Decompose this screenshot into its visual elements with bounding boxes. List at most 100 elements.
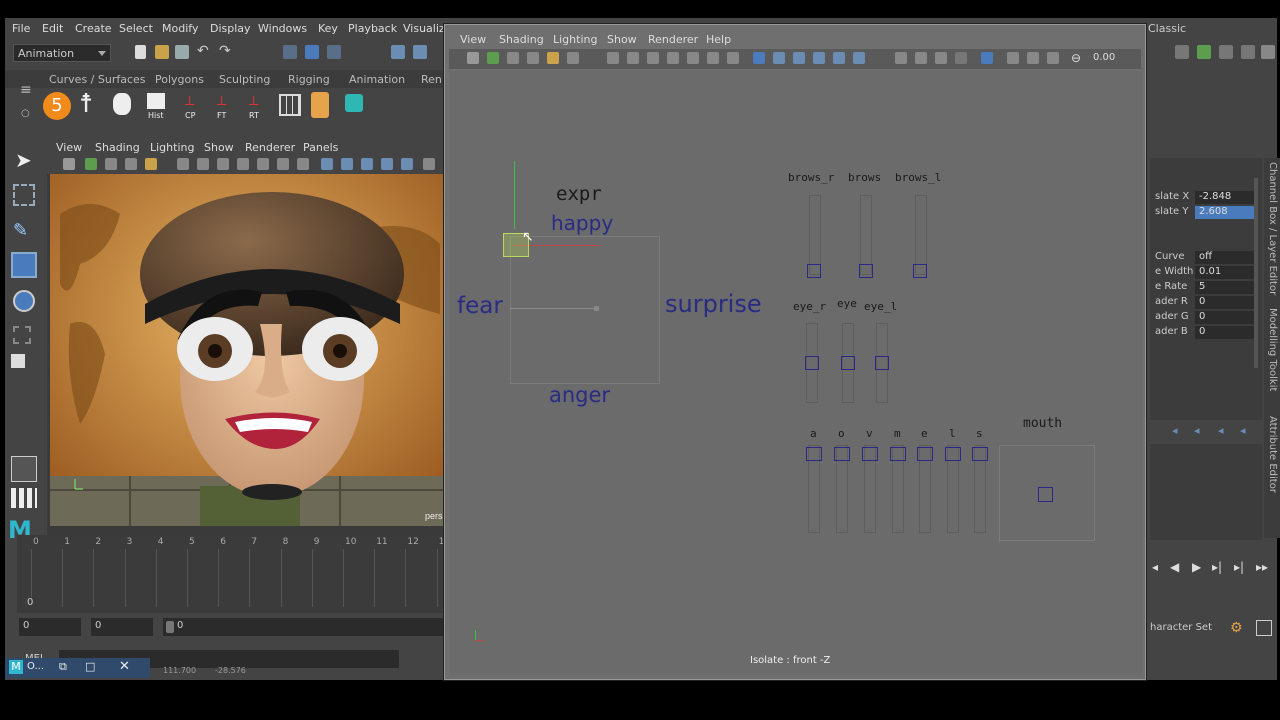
win-xray-components-icon[interactable]	[1047, 52, 1059, 64]
shaded-wire-icon[interactable]	[361, 158, 373, 170]
viewport-menu-view[interactable]: View	[56, 141, 82, 154]
channel-name[interactable]: e Width	[1155, 266, 1193, 277]
layout-buttons-icon[interactable]	[11, 488, 37, 508]
menu-edit[interactable]: Edit	[42, 22, 63, 35]
shelf-tab-polygons[interactable]: Polygons	[155, 73, 204, 86]
layout-icon[interactable]	[1261, 45, 1275, 59]
character-icon[interactable]	[311, 92, 329, 118]
win-camera-icon[interactable]	[467, 52, 479, 64]
win-ao-icon[interactable]	[895, 52, 907, 64]
window-menu-view[interactable]: View	[460, 33, 486, 46]
win-xray-joints-icon[interactable]	[1027, 52, 1039, 64]
channel-name[interactable]: slate Y	[1155, 206, 1188, 217]
rt-button[interactable]: ⟂ RT	[243, 91, 267, 121]
mode-dropdown[interactable]: Animation	[13, 44, 111, 62]
mouth-knob[interactable]	[1038, 487, 1053, 502]
grease-pencil-icon[interactable]	[145, 158, 157, 170]
menu-select[interactable]: Select	[119, 22, 153, 35]
field-chart-icon[interactable]	[257, 158, 269, 170]
viewport-menu-shading[interactable]: Shading	[95, 141, 140, 154]
range-handle[interactable]	[166, 621, 174, 633]
last-tool-icon[interactable]	[11, 354, 25, 368]
viewport-canvas[interactable]: pers	[50, 174, 443, 526]
channel-value[interactable]: 0	[1195, 296, 1255, 309]
win-isolate-icon[interactable]	[981, 52, 993, 64]
win-smooth-shade-icon[interactable]	[773, 52, 785, 64]
grid-toggle-icon[interactable]	[177, 158, 189, 170]
smooth-shade-icon[interactable]	[341, 158, 353, 170]
win-lights-icon[interactable]	[833, 52, 845, 64]
modeling-toolkit-icon[interactable]	[1197, 45, 1211, 59]
shelf-menu-icon[interactable]: ≡	[20, 82, 32, 98]
go-to-end-icon[interactable]: ▸▸	[1256, 560, 1268, 574]
layer-new-icon[interactable]: ◂	[1240, 424, 1246, 437]
resolution-gate-icon[interactable]	[217, 158, 229, 170]
viewport-menu-lighting[interactable]: Lighting	[150, 141, 194, 154]
window-menu-show[interactable]: Show	[607, 33, 637, 46]
eye-l-knob[interactable]	[875, 356, 889, 370]
channel-value[interactable]: -2.848	[1195, 191, 1255, 204]
brows-knob[interactable]	[859, 264, 873, 278]
snap-grid-icon[interactable]	[391, 45, 405, 59]
restore-icon[interactable]: ⧉	[59, 660, 67, 674]
skeleton-icon[interactable]: ☨	[79, 89, 93, 119]
win-gate-mask-icon[interactable]	[667, 52, 679, 64]
shelf-tab-rigging[interactable]: Rigging	[288, 73, 330, 86]
select-hierarchy-icon[interactable]	[283, 45, 297, 59]
shelf-settings-icon[interactable]: ○	[21, 108, 30, 119]
range-start-field[interactable]: 0	[91, 618, 153, 636]
viseme-knob[interactable]	[945, 447, 961, 461]
brows-l-knob[interactable]	[913, 264, 927, 278]
win-dof-icon[interactable]	[955, 52, 967, 64]
shelf-badge-icon[interactable]: 5	[43, 92, 71, 120]
taskbar-item[interactable]: M O... ⧉ □ ✕	[5, 658, 150, 678]
channel-value[interactable]: 0	[1195, 311, 1255, 324]
channel-name[interactable]: slate X	[1155, 191, 1189, 202]
move-tool-icon[interactable]	[11, 252, 37, 278]
viewport-menu-panels[interactable]: Panels	[303, 141, 338, 154]
viseme-knob[interactable]	[862, 447, 878, 461]
workspace-label[interactable]: Classic	[1148, 22, 1186, 35]
ft-button[interactable]: ⟂ FT	[211, 91, 235, 121]
win-exposure-value[interactable]: 0.00	[1093, 52, 1115, 63]
new-scene-icon[interactable]	[135, 45, 146, 59]
layer-next-icon[interactable]: ◂	[1194, 424, 1200, 437]
viseme-knob[interactable]	[917, 447, 933, 461]
bookmark-icon[interactable]	[105, 158, 117, 170]
maximize-icon[interactable]: □	[85, 660, 95, 673]
shelf-tab-curves[interactable]: Curves / Surfaces	[49, 73, 146, 86]
grid-icon[interactable]	[279, 94, 301, 116]
eye-knob[interactable]	[841, 356, 855, 370]
win-wireframe-icon[interactable]	[753, 52, 765, 64]
window-menu-shading[interactable]: Shading	[499, 33, 544, 46]
channel-value[interactable]: 2.608	[1195, 206, 1255, 219]
scale-tool-icon[interactable]	[13, 326, 31, 344]
win-field-chart-icon[interactable]	[687, 52, 699, 64]
select-component-icon[interactable]	[327, 45, 341, 59]
win-grid-icon[interactable]	[607, 52, 619, 64]
image-plane-icon[interactable]	[125, 158, 137, 170]
tab-modelling-toolkit[interactable]: Modelling Toolkit	[1267, 308, 1278, 391]
camera-icon[interactable]	[63, 158, 75, 170]
window-menu-renderer[interactable]: Renderer	[648, 33, 698, 46]
win-exposure-icon[interactable]: ⊖	[1071, 51, 1081, 65]
viseme-knob[interactable]	[834, 447, 850, 461]
character-set-label[interactable]: haracter Set	[1150, 622, 1212, 633]
tool-settings-icon[interactable]	[1241, 45, 1255, 59]
channel-value[interactable]: off	[1195, 251, 1255, 264]
hist-button[interactable]: Hist	[145, 91, 169, 121]
snap-curve-icon[interactable]	[413, 45, 427, 59]
character-set-icon[interactable]: ⚙	[1230, 620, 1243, 636]
win-textured-icon[interactable]	[813, 52, 825, 64]
range-bar[interactable]: 0	[163, 618, 447, 636]
viewport-menu-renderer[interactable]: Renderer	[245, 141, 295, 154]
menu-modify[interactable]: Modify	[162, 22, 198, 35]
cp-button[interactable]: ⟂ CP	[179, 91, 203, 121]
tab-attribute-editor[interactable]: Attribute Editor	[1267, 416, 1278, 493]
channel-name[interactable]: ader G	[1155, 311, 1189, 322]
channel-value[interactable]: 0	[1195, 326, 1255, 339]
win-camera-attr-icon[interactable]	[487, 52, 499, 64]
layer-prev-icon[interactable]: ◂	[1172, 424, 1178, 437]
lights-icon[interactable]	[401, 158, 413, 170]
prefs-icon[interactable]	[1256, 620, 1272, 636]
